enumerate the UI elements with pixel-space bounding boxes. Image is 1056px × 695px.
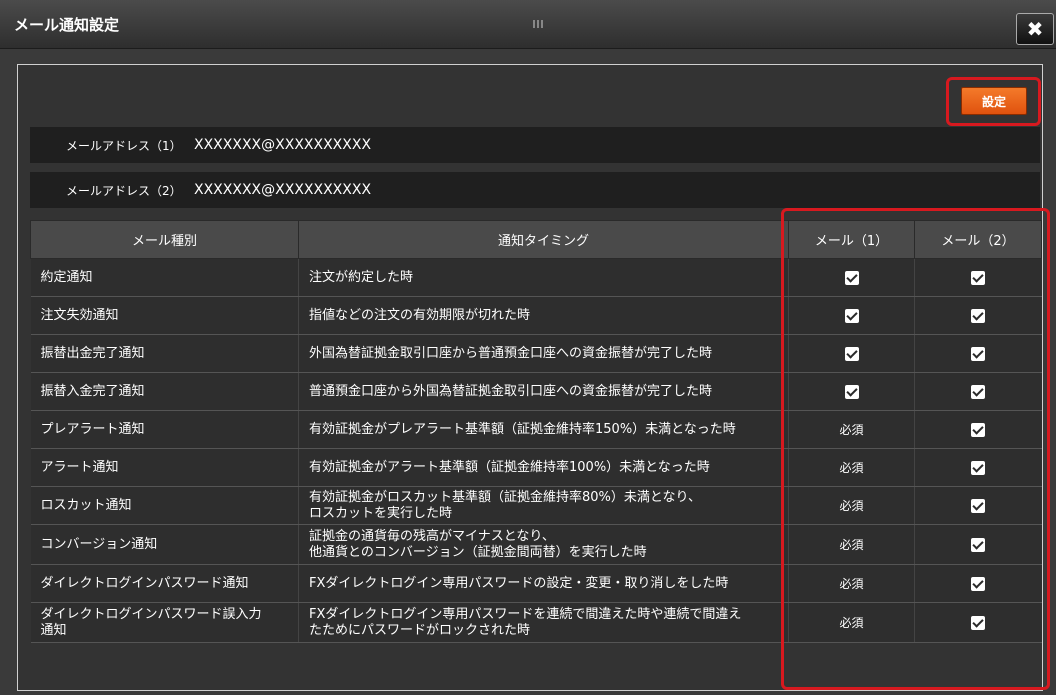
- notification-timing: 有効証拠金がアラート基準額（証拠金維持率100%）未満となった時: [298, 448, 789, 487]
- set-button[interactable]: 設定: [961, 87, 1027, 115]
- mail-notification-dialog: メール通知設定 ✖ 設定 メールアドレス（1） XXXXXXX@XXXXXXXX…: [0, 0, 1056, 695]
- notification-timing: 証拠金の通貨毎の残高がマイナスとなり、 他通貨とのコンバージョン（証拠金間両替）を…: [298, 524, 789, 565]
- notification-type-label: ロスカット通知: [40, 497, 132, 513]
- notification-timing: FXダイレクトログイン専用パスワードの設定・変更・取り消しをした時: [298, 564, 789, 603]
- email-address-1-row: メールアドレス（1） XXXXXXX@XXXXXXXXXX: [30, 127, 1040, 163]
- notification-timing-text-line2: たためにパスワードがロックされた時: [309, 622, 531, 638]
- notification-timing-text-line2: ロスカットを実行した時: [309, 505, 453, 521]
- notification-type-label: ダイレクトログインパスワード誤入力: [40, 606, 262, 622]
- notification-type: ダイレクトログインパスワード通知: [30, 564, 299, 603]
- notification-type: 振替入金完了通知: [30, 372, 299, 411]
- notification-timing-text: 有効証拠金がアラート基準額（証拠金維持率100%）未満となった時: [309, 459, 710, 475]
- notification-type-label: コンバージョン通知: [40, 536, 158, 552]
- notification-timing: 注文が約定した時: [298, 258, 789, 297]
- mail-columns-highlight: [781, 208, 1050, 690]
- notification-type-label: アラート通知: [40, 459, 119, 475]
- email-address-2-row: メールアドレス（2） XXXXXXX@XXXXXXXXXX: [30, 172, 1040, 208]
- drag-grip-icon[interactable]: [533, 20, 543, 28]
- header-timing: 通知タイミング: [298, 220, 789, 259]
- notification-timing-text: 有効証拠金がロスカット基準額（証拠金維持率80%）未満となり、: [309, 489, 701, 505]
- notification-timing: 外国為替証拠金取引口座から普通預金口座への資金振替が完了した時: [298, 334, 789, 373]
- notification-timing-text: 証拠金の通貨毎の残高がマイナスとなり、: [309, 528, 555, 544]
- notification-timing-text: FXダイレクトログイン専用パスワードの設定・変更・取り消しをした時: [309, 575, 729, 591]
- notification-type: ロスカット通知: [30, 486, 299, 525]
- email-address-2-value: XXXXXXX@XXXXXXXXXX: [194, 182, 372, 198]
- notification-timing: FXダイレクトログイン専用パスワードを連続で間違えた時や連続で間違え たためにパス…: [298, 602, 789, 643]
- notification-type-label: 約定通知: [40, 269, 93, 285]
- dialog-title: メール通知設定: [14, 16, 120, 34]
- notification-type-label: プレアラート通知: [40, 421, 145, 437]
- notification-timing: 指値などの注文の有効期限が切れた時: [298, 296, 789, 335]
- notification-type: アラート通知: [30, 448, 299, 487]
- notification-timing-text: FXダイレクトログイン専用パスワードを連続で間違えた時や連続で間違え: [309, 606, 742, 622]
- notification-timing-text: 普通預金口座から外国為替証拠金取引口座への資金振替が完了した時: [309, 383, 713, 399]
- notification-type: 振替出金完了通知: [30, 334, 299, 373]
- notification-timing-text: 指値などの注文の有効期限が切れた時: [309, 307, 531, 323]
- notification-type: 注文失効通知: [30, 296, 299, 335]
- close-button[interactable]: ✖: [1016, 13, 1054, 45]
- notification-type-label: ダイレクトログインパスワード通知: [40, 575, 249, 591]
- notification-timing: 有効証拠金がプレアラート基準額（証拠金維持率150%）未満となった時: [298, 410, 789, 449]
- notification-type: ダイレクトログインパスワード誤入力 通知: [30, 602, 299, 643]
- notification-type-label-line2: 通知: [40, 622, 67, 638]
- notification-timing-text: 注文が約定した時: [309, 269, 414, 285]
- notification-timing: 有効証拠金がロスカット基準額（証拠金維持率80%）未満となり、 ロスカットを実行し…: [298, 486, 789, 525]
- email-address-2-label: メールアドレス（2）: [66, 183, 182, 198]
- email-address-1-label: メールアドレス（1）: [66, 138, 182, 153]
- title-bar[interactable]: メール通知設定 ✖: [0, 0, 1056, 49]
- notification-type-label: 注文失効通知: [40, 307, 119, 323]
- notification-type: 約定通知: [30, 258, 299, 297]
- header-mail-type: メール種別: [30, 220, 299, 259]
- notification-type-label: 振替出金完了通知: [40, 345, 145, 361]
- notification-timing-text-line2: 他通貨とのコンバージョン（証拠金間両替）を実行した時: [309, 544, 647, 560]
- notification-timing-text: 有効証拠金がプレアラート基準額（証拠金維持率150%）未満となった時: [309, 421, 736, 437]
- email-address-1-value: XXXXXXX@XXXXXXXXXX: [194, 137, 372, 153]
- notification-type: コンバージョン通知: [30, 524, 299, 565]
- notification-timing: 普通預金口座から外国為替証拠金取引口座への資金振替が完了した時: [298, 372, 789, 411]
- notification-type: プレアラート通知: [30, 410, 299, 449]
- notification-type-label: 振替入金完了通知: [40, 383, 145, 399]
- notification-timing-text: 外国為替証拠金取引口座から普通預金口座への資金振替が完了した時: [309, 345, 713, 361]
